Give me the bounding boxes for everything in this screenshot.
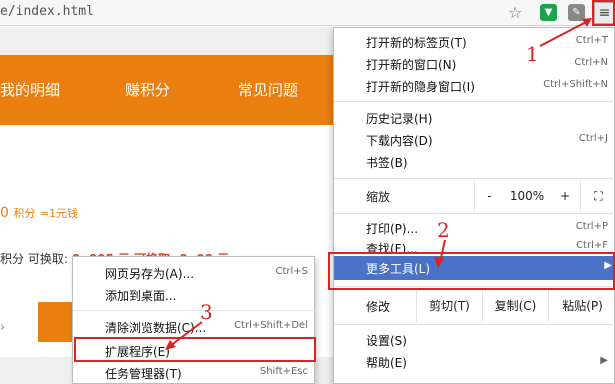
puzzle-extension-icon[interactable]: ✎ xyxy=(568,4,585,21)
annotation-box-more-tools xyxy=(328,252,615,290)
zoom-out-button[interactable]: - xyxy=(474,180,504,212)
edit-row: 修改 剪切(T) 复制(C) 粘贴(P) xyxy=(334,290,615,322)
menu-bookmarks[interactable]: 书签(B) xyxy=(366,154,408,171)
points-summary: 0 积分 =1元钱 xyxy=(0,205,78,221)
submenu-add-to-desktop[interactable]: 添加到桌面... xyxy=(105,287,176,304)
paste-button[interactable]: 粘贴(P) xyxy=(548,290,615,322)
menu-downloads[interactable]: 下载内容(D) xyxy=(366,132,433,149)
fullscreen-icon[interactable]: ⛶ xyxy=(580,180,615,212)
cut-button[interactable]: 剪切(T) xyxy=(416,290,482,322)
browser-main-menu: 打开新的标签页(T) Ctrl+T 打开新的窗口(N) Ctrl+N 打开新的隐… xyxy=(333,27,615,384)
menu-new-tab[interactable]: 打开新的标签页(T) xyxy=(366,34,467,51)
menu-new-incognito[interactable]: 打开新的隐身窗口(I) xyxy=(366,78,475,95)
menu-settings[interactable]: 设置(S) xyxy=(366,332,407,349)
points-unit: 积分 xyxy=(13,207,36,220)
edit-label: 修改 xyxy=(366,300,391,314)
zoom-label: 缩放 xyxy=(366,190,391,204)
exchange-label: 积分 可换取: xyxy=(0,252,68,266)
copy-button[interactable]: 复制(C) xyxy=(482,290,548,322)
menu-print-shortcut: Ctrl+P xyxy=(575,221,608,232)
chevron-right-icon[interactable]: › xyxy=(0,320,5,335)
annotation-step-3: 3 xyxy=(200,300,213,324)
menu-divider xyxy=(334,213,615,214)
annotation-box-extensions xyxy=(74,337,316,362)
more-tools-submenu: 网页另存为(A)... Ctrl+S 添加到桌面... 清除浏览数据(C)...… xyxy=(72,256,316,384)
star-icon[interactable]: ☆ xyxy=(508,3,522,22)
orange-nav-bar: 我的明细 赚积分 常见问题 xyxy=(0,55,335,125)
orange-side-block xyxy=(38,302,74,342)
annotation-step-1: 1 xyxy=(526,42,539,66)
menu-new-incognito-shortcut: Ctrl+Shift+N xyxy=(543,79,608,90)
points-value: 0 xyxy=(0,205,9,221)
shield-extension-icon[interactable]: ▼ xyxy=(540,4,557,21)
menu-history[interactable]: 历史记录(H) xyxy=(366,110,432,127)
address-bar-url[interactable]: e/index.html xyxy=(0,4,94,19)
nav-faq[interactable]: 常见问题 xyxy=(238,79,298,100)
menu-downloads-shortcut: Ctrl+J xyxy=(578,133,608,144)
nav-my-details[interactable]: 我的明细 xyxy=(0,79,60,100)
menu-divider xyxy=(334,324,615,325)
menu-new-window-shortcut: Ctrl+N xyxy=(574,57,608,68)
zoom-level: 100% xyxy=(509,189,545,203)
chevron-right-icon: ▶ xyxy=(600,355,608,366)
browser-toolbar: e/index.html ☆ ▼ ✎ ≡ xyxy=(0,0,615,26)
submenu-save-page-shortcut: Ctrl+S xyxy=(275,266,308,277)
menu-new-window[interactable]: 打开新的窗口(N) xyxy=(366,56,456,73)
menu-help[interactable]: 帮助(E) xyxy=(366,354,407,371)
menu-divider xyxy=(73,310,316,311)
annotation-step-2: 2 xyxy=(437,218,450,242)
menu-print[interactable]: 打印(P)... xyxy=(366,220,418,237)
annotation-box-menu-button xyxy=(592,0,615,26)
zoom-row: 缩放 - 100% + ⛶ xyxy=(334,180,615,212)
menu-new-tab-shortcut: Ctrl+T xyxy=(575,35,608,46)
submenu-save-page[interactable]: 网页另存为(A)... xyxy=(105,265,194,282)
submenu-task-manager-shortcut: Shift+Esc xyxy=(259,366,308,377)
submenu-clear-data[interactable]: 清除浏览数据(C)... xyxy=(105,319,206,336)
points-equiv: =1元钱 xyxy=(39,207,79,220)
submenu-task-manager[interactable]: 任务管理器(T) xyxy=(105,365,182,382)
zoom-in-button[interactable]: + xyxy=(550,180,580,212)
menu-find-shortcut: Ctrl+F xyxy=(576,240,608,251)
submenu-clear-data-shortcut: Ctrl+Shift+Del xyxy=(234,320,308,331)
menu-divider xyxy=(334,101,615,102)
nav-earn-points[interactable]: 赚积分 xyxy=(125,79,170,100)
menu-divider xyxy=(334,178,615,179)
